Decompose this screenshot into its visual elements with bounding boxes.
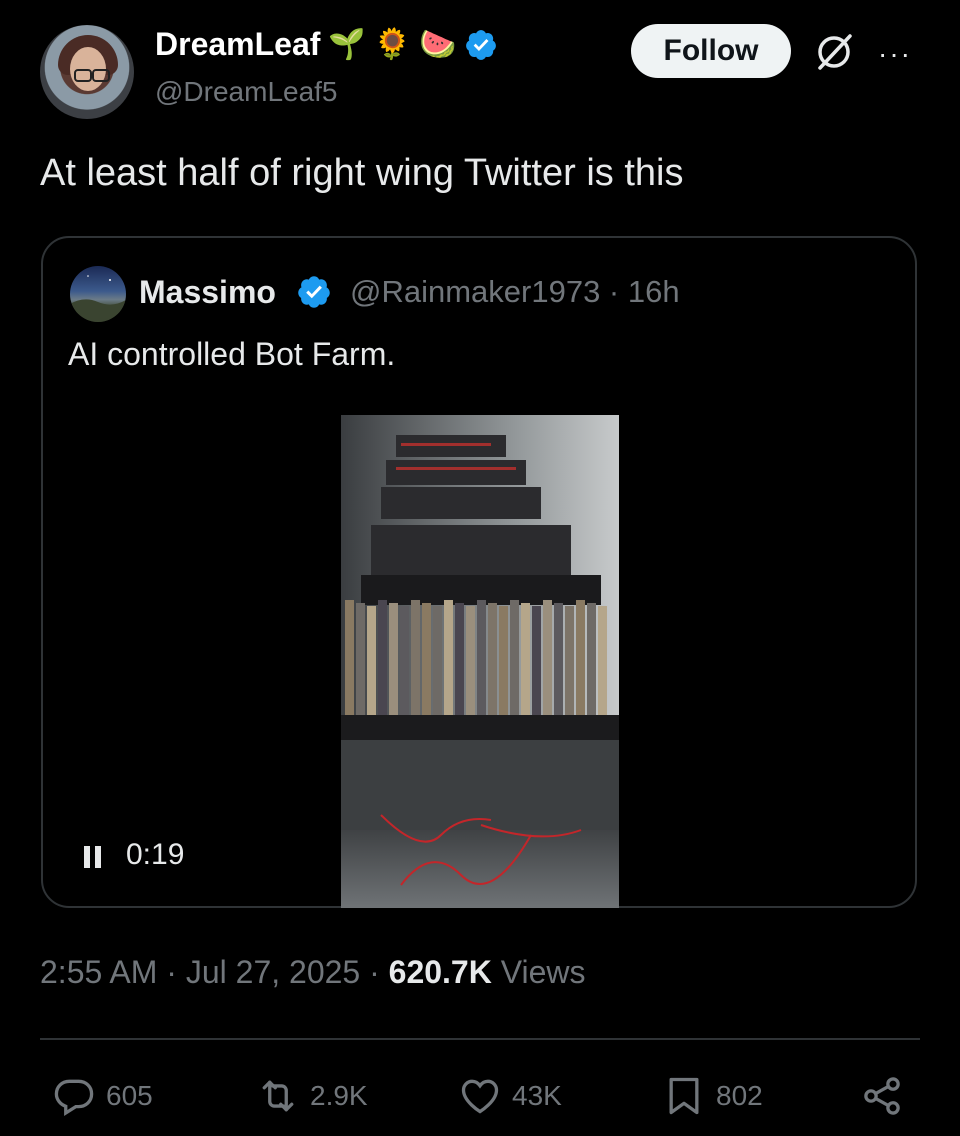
author-display-name-row[interactable]: DreamLeaf 🌱 🌻 🍉 xyxy=(155,26,498,63)
more-options-icon[interactable]: ··· xyxy=(878,38,912,70)
quoted-tweet-text: AI controlled Bot Farm. xyxy=(68,336,396,372)
quoted-handle-time[interactable]: @Rainmaker1973 · 16h xyxy=(350,274,680,310)
author-display-name[interactable]: DreamLeaf xyxy=(155,26,320,63)
sunflower-emoji: 🌻 xyxy=(373,27,412,61)
video-timer: 0:19 xyxy=(126,838,185,871)
author-avatar[interactable] xyxy=(40,25,134,119)
share-button[interactable] xyxy=(860,1074,904,1118)
reply-button[interactable]: 605 xyxy=(52,1074,153,1118)
grok-icon[interactable] xyxy=(812,30,856,74)
repost-button[interactable]: 2.9K xyxy=(256,1074,368,1118)
share-icon xyxy=(864,1077,900,1115)
pause-icon[interactable] xyxy=(82,844,104,870)
heart-icon xyxy=(461,1079,499,1114)
author-handle[interactable]: @DreamLeaf5 xyxy=(155,76,338,108)
bookmark-count: 802 xyxy=(716,1080,763,1111)
like-count: 43K xyxy=(512,1080,562,1111)
repost-count: 2.9K xyxy=(310,1080,368,1111)
follow-button[interactable]: Follow xyxy=(631,24,791,78)
quoted-author-name[interactable]: Massimo xyxy=(139,274,276,311)
tweet-metadata: 2:55 AM · Jul 27, 2025 · 620.7K Views xyxy=(40,954,586,991)
watermelon-emoji: 🍉 xyxy=(419,27,457,61)
repost-icon xyxy=(262,1080,294,1112)
verified-badge-icon xyxy=(466,29,497,60)
bookmark-button[interactable]: 802 xyxy=(662,1074,763,1118)
bookmark-icon xyxy=(669,1077,699,1115)
seedling-emoji: 🌱 xyxy=(328,27,366,61)
verified-badge-icon xyxy=(298,276,330,308)
like-button[interactable]: 43K xyxy=(458,1074,562,1118)
reply-count: 605 xyxy=(106,1080,153,1111)
quoted-author-avatar[interactable] xyxy=(70,266,126,322)
tweet-text: At least half of right wing Twitter is t… xyxy=(40,152,684,194)
timestamp[interactable]: 2:55 AM · Jul 27, 2025 · xyxy=(40,954,389,990)
views-count: 620.7K xyxy=(388,954,492,990)
divider xyxy=(40,1038,920,1040)
reply-icon xyxy=(54,1079,94,1117)
quoted-video[interactable] xyxy=(341,415,619,908)
views-label: Views xyxy=(491,954,586,990)
